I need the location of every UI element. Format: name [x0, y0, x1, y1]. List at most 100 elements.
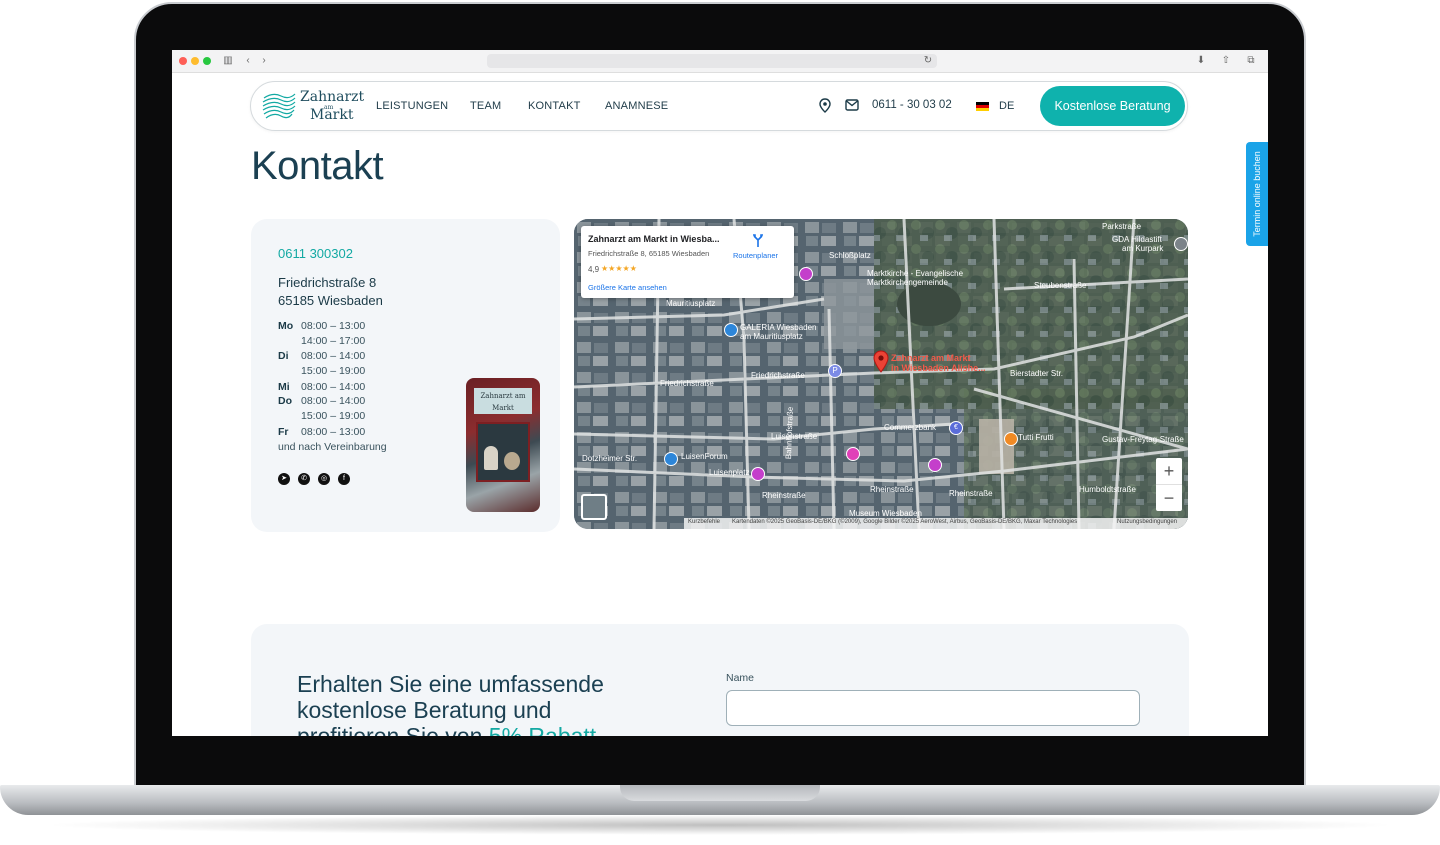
mail-icon[interactable] — [845, 99, 859, 111]
close-window-button[interactable] — [179, 57, 187, 65]
shopping-marker[interactable] — [724, 323, 738, 337]
hours-day-do: Do — [278, 395, 292, 407]
map-credits: Kartendaten ©2025 GeoBasis-DE/BKG (©2009… — [732, 519, 1078, 525]
consultation-section: Erhalten Sie eine umfassende kostenlose … — [251, 624, 1189, 736]
parking-marker[interactable]: P — [828, 364, 842, 378]
map-label: Rheinstraße — [762, 491, 806, 500]
poi-marker[interactable] — [846, 447, 860, 461]
google-map[interactable]: Schloßplatz Marktkirche - Evangelische M… — [574, 219, 1188, 529]
nav-link-anamnese[interactable]: ANAMNESE — [605, 100, 668, 112]
location-pin-icon[interactable] — [819, 98, 831, 113]
place-name: Zahnarzt am Markt in Wiesba... — [588, 234, 720, 244]
hours-note: und nach Vereinbarung — [278, 441, 387, 453]
discount-highlight: 5% Rabatt — [488, 723, 597, 736]
laptop-notch — [620, 785, 820, 801]
browser-toolbar: ▥ ‹ › ↻ ⬇ ⇧ ⧉ — [172, 50, 1268, 73]
practice-marker-label: in Wiesbaden Alishe... — [891, 363, 986, 373]
logo-icon[interactable] — [261, 88, 297, 124]
instagram-icon[interactable]: ◎ — [318, 473, 330, 485]
directions-icon[interactable] — [751, 234, 765, 248]
poi-marker[interactable] — [751, 467, 765, 481]
map-label: am Mauritiusplatz — [740, 332, 803, 341]
rating-stars: ★★★★★ — [601, 264, 637, 273]
contact-phone-link[interactable]: 0611 300302 — [278, 246, 353, 261]
map-label: Bahnhofstraße — [784, 406, 795, 460]
hours-time: 08:00 – 14:00 — [301, 395, 366, 407]
book-online-tab[interactable]: Termin online buchen — [1246, 142, 1268, 246]
facebook-icon[interactable]: f — [338, 473, 350, 485]
map-label: Tutti Frutti — [1018, 433, 1054, 442]
map-layer-toggle[interactable] — [581, 494, 607, 520]
download-icon[interactable]: ⬇ — [1195, 55, 1207, 67]
map-label: Rheinstraße — [870, 485, 914, 494]
whatsapp-icon[interactable]: ✆ — [298, 473, 310, 485]
map-shortcuts-link[interactable]: Kurzbefehle — [688, 519, 720, 525]
minimize-window-button[interactable] — [191, 57, 199, 65]
hours-day-di: Di — [278, 350, 289, 362]
contact-street: Friedrichstraße 8 — [278, 275, 377, 290]
back-icon[interactable]: ‹ — [242, 55, 254, 67]
practice-location-marker-icon[interactable] — [873, 350, 889, 374]
bank-marker[interactable]: € — [949, 421, 963, 435]
contact-city: 65185 Wiesbaden — [278, 293, 383, 308]
map-label: GDA Hildastift — [1112, 235, 1162, 244]
logo-text-markt: Markt — [310, 107, 354, 123]
map-label: Schloßplatz — [829, 251, 871, 260]
map-footer: Kurzbefehle Kartendaten ©2025 GeoBasis-D… — [684, 518, 1188, 529]
page-title: Kontakt — [251, 144, 384, 188]
map-label: Friedrichstraße — [751, 371, 805, 380]
poi-marker[interactable] — [928, 458, 942, 472]
map-terms-link[interactable]: Nutzungsbedingungen — [1117, 519, 1177, 525]
map-label: Dotzheimer Str. — [582, 454, 638, 463]
storefront-decoration — [504, 452, 520, 470]
maximize-window-button[interactable] — [203, 57, 211, 65]
free-consultation-button[interactable]: Kostenlose Beratung — [1040, 86, 1185, 126]
poi-marker[interactable] — [799, 267, 813, 281]
hours-time: 15:00 – 19:00 — [301, 365, 366, 377]
share-icon[interactable]: ⇧ — [1220, 55, 1232, 67]
storefront-decoration — [484, 446, 498, 470]
offer-heading-line1: Erhalten Sie eine umfassende — [297, 671, 604, 697]
tabs-icon[interactable]: ⧉ — [1245, 55, 1257, 67]
sidebar-toggle-icon[interactable]: ▥ — [222, 55, 234, 67]
browser-screen: ▥ ‹ › ↻ ⬇ ⇧ ⧉ Zahnarzt am Markt LEISTUNG… — [172, 50, 1268, 736]
map-label: Museum Wiesbaden — [849, 509, 922, 518]
address-bar[interactable] — [487, 54, 937, 68]
nav-link-kontakt[interactable]: KONTAKT — [528, 100, 581, 112]
language-switcher[interactable]: DE — [999, 100, 1014, 112]
map-label: Luisenplatz — [709, 468, 750, 477]
map-label: Rheinstraße — [949, 489, 993, 498]
storefront-sign: Zahnarzt am Markt — [474, 388, 532, 414]
practice-marker-label: Zahnarzt am Markt — [891, 353, 971, 363]
shopping-marker[interactable] — [664, 452, 678, 466]
map-label: Parkstraße — [1102, 222, 1142, 231]
route-planner-link[interactable]: Routenplaner — [733, 251, 778, 260]
nav-link-team[interactable]: TEAM — [470, 100, 501, 112]
hours-time: 08:00 – 13:00 — [301, 320, 366, 332]
reload-icon[interactable]: ↻ — [922, 55, 934, 67]
hours-day-mi: Mi — [278, 381, 290, 393]
map-label: Gustav-Freytag-Straße — [1102, 435, 1184, 444]
forward-icon[interactable]: › — [258, 55, 270, 67]
place-address: Friedrichstraße 8, 65185 Wiesbaden — [588, 249, 710, 258]
map-label: Steubenstraße — [1034, 281, 1087, 290]
telegram-icon[interactable]: ➤ — [278, 473, 290, 485]
header-phone-link[interactable]: 0611 - 30 03 02 — [872, 99, 952, 111]
zoom-in-button[interactable]: + — [1156, 458, 1182, 485]
restaurant-marker[interactable] — [1004, 432, 1018, 446]
map-label: Marktkirchengemeinde — [867, 278, 948, 287]
hours-day-fr: Fr — [278, 426, 289, 438]
name-input[interactable] — [726, 690, 1140, 726]
map-label: Luisenstraße — [771, 432, 818, 441]
nav-link-leistungen[interactable]: LEISTUNGEN — [376, 100, 448, 112]
german-flag-icon[interactable] — [976, 102, 989, 111]
map-label: Humboldtstraße — [1079, 485, 1136, 494]
bigger-map-link[interactable]: Größere Karte ansehen — [588, 283, 667, 292]
map-label: Commerzbank — [884, 423, 937, 432]
map-label: Bierstadter Str. — [1010, 369, 1063, 378]
zoom-out-button[interactable]: − — [1156, 485, 1182, 511]
map-label: Marktkirche - Evangelische — [867, 269, 964, 278]
poi-marker[interactable] — [1174, 237, 1188, 251]
logo-text-zahnarzt: Zahnarzt — [300, 89, 365, 105]
offer-heading-text: profitieren Sie von — [297, 723, 489, 736]
